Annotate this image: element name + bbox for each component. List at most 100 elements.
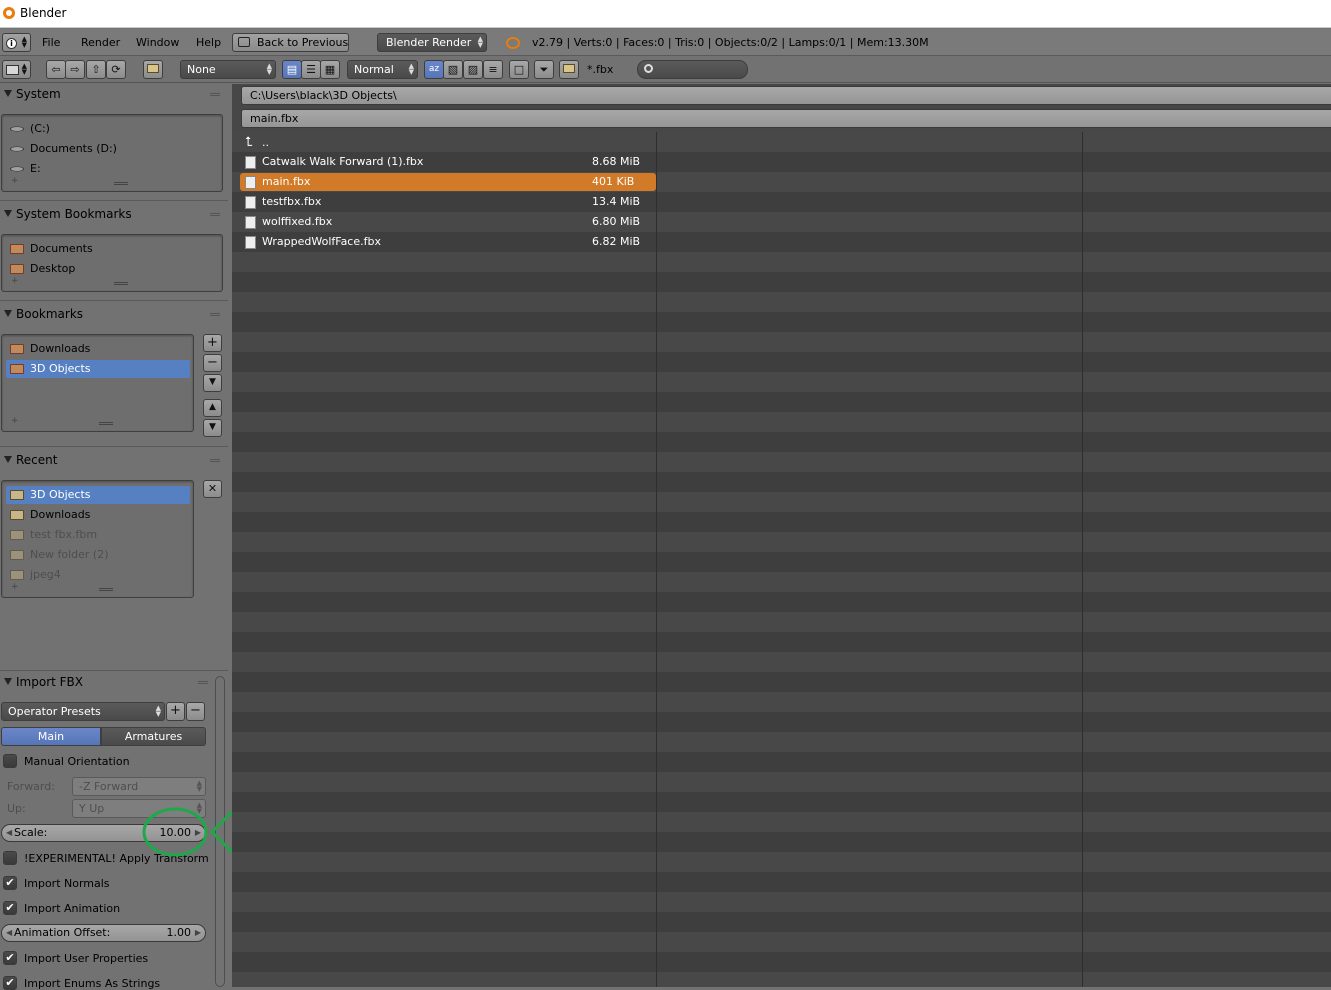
import-normals-checkbox[interactable]: ✔ — [3, 876, 17, 890]
panel-grip-icon[interactable] — [198, 681, 208, 684]
folder-icon — [10, 264, 24, 274]
clear-recent-button[interactable]: ✕ — [203, 480, 222, 498]
list-item[interactable]: New folder (2) — [6, 546, 190, 564]
manual-orientation-checkbox[interactable] — [3, 754, 17, 768]
resize-plus-icon[interactable]: + — [11, 583, 19, 592]
resize-plus-icon[interactable]: + — [11, 417, 19, 426]
list-item-label: E: — [30, 162, 41, 175]
increment-arrow-icon[interactable]: ▶ — [195, 925, 201, 941]
forward-arrow-icon[interactable]: ⇨ — [65, 60, 85, 79]
list-item[interactable]: Downloads — [6, 506, 190, 524]
recursion-dropdown[interactable]: None ▲ ▼ — [180, 60, 276, 79]
list-item[interactable]: 3D Objects — [6, 486, 190, 504]
system-bookmarks-list: Documents Desktop + — [1, 234, 223, 292]
import-fbx-panel-header[interactable]: Import FBX — [0, 672, 228, 694]
file-row[interactable]: main.fbx 401 KiB — [240, 173, 656, 191]
decrement-arrow-icon[interactable]: ◀ — [6, 825, 12, 841]
list-item[interactable]: 3D Objects — [6, 360, 190, 378]
render-engine-dropdown[interactable]: Blender Render ▲ ▼ — [377, 33, 487, 52]
back-to-previous-button[interactable]: Back to Previous — [232, 33, 349, 52]
forward-axis-value: -Z Forward — [79, 780, 139, 793]
add-bookmark-button[interactable]: + — [203, 334, 222, 352]
import-user-properties-checkbox[interactable]: ✔ — [3, 951, 17, 965]
panel-divider — [0, 670, 228, 671]
list-item[interactable]: Documents — [6, 240, 93, 258]
sort-time-icon[interactable]: ▨ — [463, 60, 483, 79]
forward-axis-dropdown[interactable]: -Z Forward ▲ ▼ — [72, 777, 206, 796]
import-enums-checkbox[interactable]: ✔ — [3, 976, 17, 990]
file-row[interactable]: WrappedWolfFace.fbx 6.82 MiB — [240, 233, 656, 251]
list-resize-handle[interactable] — [99, 422, 113, 425]
menu-help[interactable]: Help — [192, 34, 225, 52]
display-short-list-icon[interactable]: ▤ — [282, 60, 302, 79]
remove-bookmark-button[interactable]: − — [203, 354, 222, 372]
file-row[interactable]: testfbx.fbx 13.4 MiB — [240, 193, 656, 211]
tab-main[interactable]: Main — [1, 727, 101, 746]
search-input[interactable] — [637, 60, 748, 79]
system-panel-header[interactable]: System — [0, 84, 228, 106]
file-row[interactable]: wolffixed.fbx 6.80 MiB — [240, 213, 656, 231]
file-size: 401 KiB — [592, 175, 635, 188]
directory-path-input[interactable]: C:\Users\black\3D Objects\ — [241, 86, 1331, 105]
list-item[interactable]: Downloads — [6, 340, 190, 358]
sort-extension-icon[interactable]: ▧ — [443, 60, 463, 79]
list-resize-handle[interactable] — [114, 182, 128, 185]
decrement-arrow-icon[interactable]: ◀ — [6, 925, 12, 941]
system-bookmarks-header-label: System Bookmarks — [16, 207, 132, 221]
back-arrow-icon[interactable]: ⇦ — [46, 60, 66, 79]
folder-icon — [10, 530, 24, 540]
remove-preset-button[interactable]: − — [186, 702, 205, 721]
parent-dir-icon[interactable]: ⇧ — [86, 60, 106, 79]
bookmarks-panel-header[interactable]: Bookmarks — [0, 304, 228, 326]
file-browser-header: ▲ ▼ ⇦ ⇨ ⇧ ⟳ None ▲ ▼ ▤ ☰ ▦ Normal ▲ ▼ az ▧ ▨ … — [0, 56, 1331, 83]
file-browser-editor-selector[interactable]: ▲ ▼ — [2, 60, 31, 79]
panel-grip-icon[interactable] — [210, 213, 220, 216]
list-item[interactable]: Documents (D:) — [6, 140, 117, 158]
move-up-button[interactable]: ▲ — [203, 399, 222, 417]
recent-panel-header[interactable]: Recent — [0, 450, 228, 472]
system-bookmarks-panel-header[interactable]: System Bookmarks — [0, 204, 228, 226]
display-long-list-icon[interactable]: ☰ — [301, 60, 321, 79]
import-animation-checkbox[interactable]: ✔ — [3, 901, 17, 915]
display-thumbnails-icon[interactable]: ▦ — [320, 60, 340, 79]
panel-grip-icon[interactable] — [210, 93, 220, 96]
new-folder-icon[interactable] — [143, 60, 163, 79]
file-name: Catwalk Walk Forward (1).fbx — [262, 155, 424, 168]
list-resize-handle[interactable] — [114, 282, 128, 285]
thumbnail-size-dropdown[interactable]: Normal ▲ ▼ — [347, 60, 418, 79]
apply-transform-checkbox[interactable] — [3, 851, 17, 865]
panel-grip-icon[interactable] — [210, 459, 220, 462]
sort-size-icon[interactable]: ≡ — [483, 60, 503, 79]
file-row[interactable]: Catwalk Walk Forward (1).fbx 8.68 MiB — [240, 153, 656, 171]
list-item[interactable]: (C:) — [6, 120, 50, 138]
resize-plus-icon[interactable]: + — [11, 277, 19, 286]
editor-type-selector[interactable]: i ▲ ▼ — [2, 33, 31, 52]
filter-icon[interactable]: ⏷ — [534, 60, 554, 79]
resize-plus-icon[interactable]: + — [11, 177, 19, 186]
filter-glob-text[interactable]: *.fbx — [587, 63, 613, 76]
move-down-button[interactable]: ▼ — [203, 419, 222, 437]
filename-input[interactable]: main.fbx — [241, 109, 1331, 128]
tab-armatures[interactable]: Armatures — [101, 727, 206, 746]
drive-icon — [10, 166, 24, 172]
menu-render[interactable]: Render — [77, 34, 124, 52]
animation-offset-field[interactable]: ◀ Animation Offset: 1.00 ▶ — [1, 924, 206, 942]
bookmark-specials-button[interactable]: ▼ — [203, 374, 222, 392]
list-item[interactable]: jpeg4 — [6, 566, 190, 584]
filter-folder-icon[interactable] — [559, 60, 579, 79]
list-item[interactable]: test fbx.fbm — [6, 526, 190, 544]
operator-presets-dropdown[interactable]: Operator Presets ▲ ▼ — [1, 702, 165, 721]
add-preset-button[interactable]: + — [166, 702, 185, 721]
panel-grip-icon[interactable] — [210, 313, 220, 316]
menu-window[interactable]: Window — [132, 34, 183, 52]
scale-label: Scale: — [14, 826, 48, 839]
annotation-circle — [142, 807, 208, 857]
parent-directory-row[interactable]: ⮤ .. — [240, 134, 656, 152]
back-to-previous-label: Back to Previous — [257, 36, 349, 49]
hide-dot-files-icon[interactable]: □ — [509, 60, 529, 79]
sort-alpha-icon[interactable]: az — [424, 60, 444, 79]
refresh-icon[interactable]: ⟳ — [106, 60, 126, 79]
menu-file[interactable]: File — [38, 34, 64, 52]
import-user-properties-label: Import User Properties — [24, 952, 149, 965]
list-resize-handle[interactable] — [99, 588, 113, 591]
